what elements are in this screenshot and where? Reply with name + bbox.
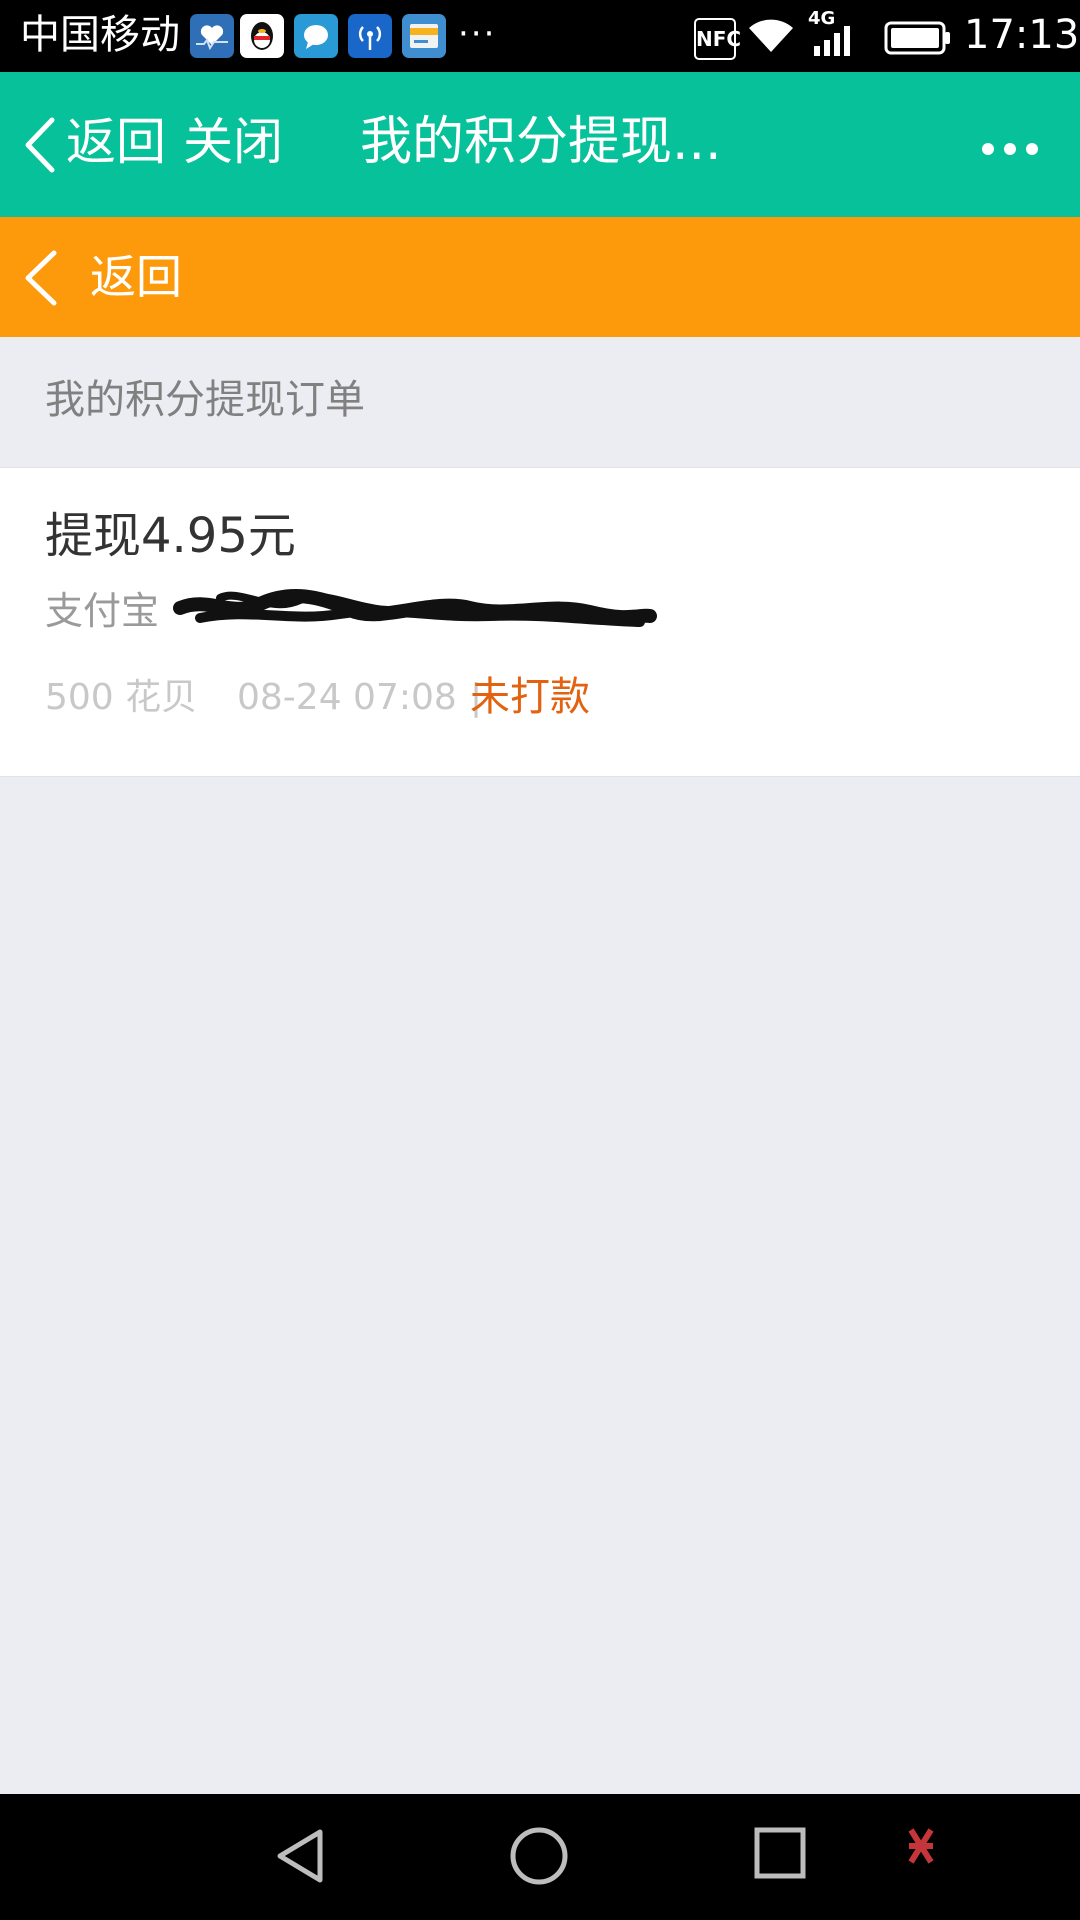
- chevron-left-icon[interactable]: [22, 116, 56, 178]
- clock: 17:13: [964, 12, 1080, 58]
- order-points: 500 花贝: [45, 677, 198, 718]
- sub-back-button[interactable]: 返回: [90, 247, 182, 307]
- page-title: 我的积分提现...: [360, 112, 722, 172]
- order-card[interactable]: 提现4.95元 支付宝 500 花贝 08-24 07:08 | 未打款: [0, 467, 1080, 777]
- signal-icon: [814, 24, 860, 60]
- health-icon: [190, 14, 234, 58]
- section-title: 我的积分提现订单: [45, 377, 365, 423]
- battery-icon: [884, 20, 952, 60]
- qq-icon: [240, 14, 284, 58]
- back-button[interactable]: 返回: [66, 112, 166, 172]
- watermark-logo-icon: [905, 1826, 937, 1876]
- system-navigation-bar: [0, 1794, 1080, 1920]
- order-status: 未打款: [470, 674, 590, 720]
- nfc-icon: NFC: [694, 18, 741, 60]
- order-amount: 提现4.95元: [45, 508, 296, 564]
- message-icon: [294, 14, 338, 58]
- hotspot-icon: [348, 14, 392, 58]
- home-circle-icon[interactable]: [509, 1826, 569, 1890]
- chevron-left-icon[interactable]: [22, 249, 58, 311]
- status-bar: 中国移动 ··· NFC 4G 17:13: [0, 0, 1080, 72]
- redaction-scribble: [170, 578, 660, 642]
- order-account: 支付宝: [45, 589, 160, 633]
- recent-apps-square-icon[interactable]: [753, 1826, 807, 1884]
- wifi-icon: [746, 16, 796, 60]
- sub-header-bar: 返回: [0, 217, 1080, 337]
- order-datetime: 08-24 07:08: [237, 677, 457, 718]
- close-button[interactable]: 关闭: [183, 112, 283, 172]
- more-notifications-icon: ···: [458, 14, 497, 54]
- title-bar: 返回 关闭 我的积分提现...: [0, 72, 1080, 217]
- carrier-name: 中国移动: [20, 12, 180, 58]
- back-triangle-icon[interactable]: [272, 1826, 326, 1890]
- card-icon: [402, 14, 446, 58]
- order-meta: 500 花贝 08-24 07:08 |: [45, 673, 482, 723]
- more-menu-icon[interactable]: [982, 140, 1048, 159]
